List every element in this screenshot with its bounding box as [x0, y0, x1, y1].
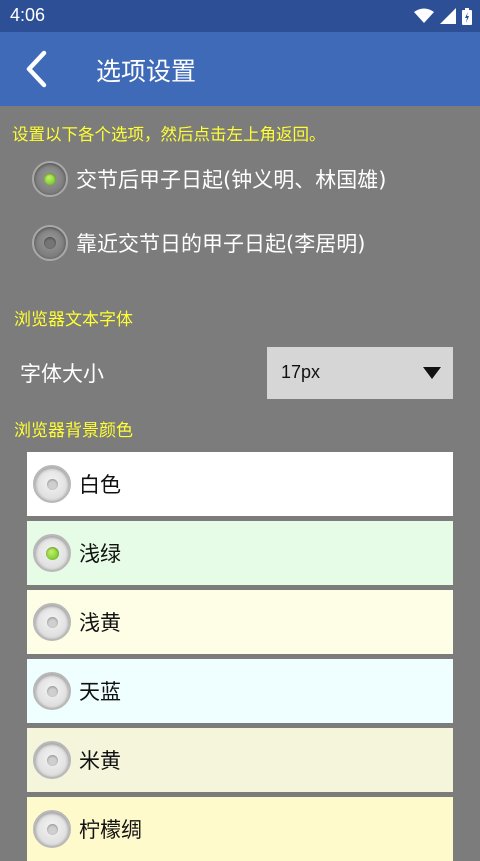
dropdown-arrow-icon [423, 367, 441, 379]
radio-button[interactable] [33, 810, 71, 848]
radio-button[interactable] [33, 465, 71, 503]
instruction-text: 设置以下各个选项，然后点击左上角返回。 [12, 125, 326, 144]
bg-option-white[interactable]: 白色 [27, 452, 453, 516]
font-size-select[interactable]: 17px [267, 347, 453, 399]
battery-icon [462, 7, 472, 25]
status-bar: 4:06 [0, 0, 480, 32]
day-start-option-1[interactable]: 交节后甲子日起(钟义明、林国雄) [32, 157, 386, 201]
bg-option-lemon-chiffon[interactable]: 柠檬绸 [27, 797, 453, 861]
signal-icon [440, 8, 456, 24]
radio-button[interactable] [32, 225, 68, 261]
radio-button[interactable] [33, 534, 71, 572]
app-bar: 选项设置 [0, 32, 480, 106]
bg-option-sky-blue[interactable]: 天蓝 [27, 659, 453, 723]
wifi-icon [414, 8, 434, 23]
radio-button[interactable] [33, 741, 71, 779]
radio-button[interactable] [33, 672, 71, 710]
radio-button[interactable] [33, 603, 71, 641]
status-time: 4:06 [10, 5, 46, 25]
bg-section-title: 浏览器背景颜色 [14, 421, 133, 441]
font-size-value: 17px [281, 362, 321, 382]
option-label: 柠檬绸 [79, 818, 142, 842]
option-label: 米黄 [79, 749, 121, 773]
bg-option-light-yellow[interactable]: 浅黄 [27, 590, 453, 654]
option-label: 天蓝 [79, 680, 121, 704]
font-size-label: 字体大小 [20, 362, 104, 386]
bg-option-beige[interactable]: 米黄 [27, 728, 453, 792]
option-label: 白色 [79, 473, 121, 497]
option-label: 靠近交节日的甲子日起(李居明) [76, 232, 366, 256]
radio-button[interactable] [32, 161, 68, 197]
option-label: 浅绿 [79, 542, 121, 566]
bg-option-light-green[interactable]: 浅绿 [27, 521, 453, 585]
status-icons [414, 7, 472, 25]
option-label: 浅黄 [79, 611, 121, 635]
day-start-option-2[interactable]: 靠近交节日的甲子日起(李居明) [32, 221, 365, 265]
page-title: 选项设置 [96, 57, 197, 86]
option-label: 交节后甲子日起(钟义明、林国雄) [76, 168, 387, 192]
chevron-left-icon[interactable] [20, 50, 56, 88]
font-section-title: 浏览器文本字体 [14, 310, 133, 330]
